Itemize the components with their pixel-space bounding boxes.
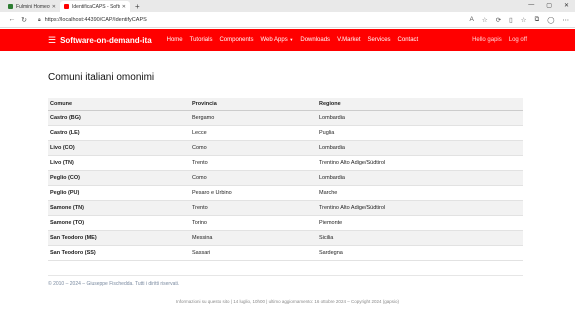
- cell-provincia: Messina: [190, 229, 317, 245]
- cell-regione: Trentino Alto Adige/Südtirol: [317, 199, 523, 215]
- cell-comune: Castro (BG): [48, 109, 190, 125]
- cell-provincia: Como: [190, 139, 317, 155]
- nav-item-home[interactable]: Home: [167, 37, 183, 43]
- cell-comune: Peglio (CO): [48, 169, 190, 185]
- homonyms-table: Comune Provincia Regione Castro (BG) Ber…: [48, 98, 523, 261]
- collections-icon[interactable]: ⧉: [535, 16, 540, 24]
- cell-regione: Marche: [317, 184, 523, 200]
- cell-provincia: Como: [190, 169, 317, 185]
- cell-regione: Trentino Alto Adige/Südtirol: [317, 154, 523, 170]
- table-row: Peglio (PU) Pesaro e Urbino Marche: [48, 184, 523, 200]
- cell-regione: Sardegna: [317, 244, 523, 261]
- nav-item-tutorials[interactable]: Tutorials: [190, 37, 213, 43]
- site-brand[interactable]: Software-on-demand-ita: [60, 36, 152, 45]
- table-row: San Teodoro (ME) Messina Sicilia: [48, 229, 523, 245]
- cell-provincia: Bergamo: [190, 109, 317, 125]
- page-title: Comuni italiani omonimi: [48, 72, 155, 83]
- browser-tools: A ☆ ⟳ ▯ ☆ ⧉ ◯ ⋯: [470, 16, 569, 24]
- nav-item-vmarket[interactable]: V.Market: [337, 37, 360, 43]
- browser-tab-strip: Fulmini Homeotecia - Software on ✕ Ident…: [0, 0, 140, 12]
- nav-item-contact[interactable]: Contact: [398, 37, 419, 43]
- favorites-icon[interactable]: ☆: [521, 16, 527, 24]
- close-window-icon[interactable]: ✕: [564, 2, 569, 9]
- copyright-text: © 2010 – 2024 – Giuseppe Fischedda. Tutt…: [48, 274, 523, 287]
- logout-link[interactable]: Log off: [509, 37, 527, 43]
- tab-label: Fulmini Homeotecia - Software on: [16, 3, 50, 10]
- close-tab-icon[interactable]: ✕: [52, 4, 56, 10]
- profile-icon[interactable]: ◯: [547, 16, 554, 24]
- cell-provincia: Trento: [190, 154, 317, 170]
- cell-regione: Sicilia: [317, 229, 523, 245]
- cell-comune: Samone (TN): [48, 199, 190, 215]
- reload-icon[interactable]: ↻: [18, 16, 30, 24]
- nav-item-components[interactable]: Components: [219, 37, 253, 43]
- more-icon[interactable]: ⋯: [563, 16, 570, 24]
- column-header-provincia: Provincia: [190, 98, 317, 111]
- table-row: Castro (BG) Bergamo Lombardia: [48, 109, 523, 125]
- table-row: Castro (LE) Lecce Puglia: [48, 124, 523, 140]
- url-text: https://localhost:44390/CAP/IdentifyCAPS: [44, 16, 147, 23]
- user-greeting-link[interactable]: Hello gapis: [472, 37, 502, 43]
- table-row: Livo (CO) Como Lombardia: [48, 139, 523, 155]
- column-header-comune: Comune: [48, 98, 190, 111]
- table-row: Samone (TO) Torino Piemonte: [48, 214, 523, 230]
- cell-comune: Samone (TO): [48, 214, 190, 230]
- cell-provincia: Torino: [190, 214, 317, 230]
- cell-provincia: Pesaro e Urbino: [190, 184, 317, 200]
- cell-provincia: Lecce: [190, 124, 317, 140]
- page-viewport: ☰ Software-on-demand-ita Home Tutorials …: [0, 29, 575, 312]
- cell-regione: Lombardia: [317, 109, 523, 125]
- nav-menu: Home Tutorials Components Web Apps ▼ Dow…: [167, 37, 419, 43]
- refresh-icon[interactable]: ⟳: [496, 16, 501, 24]
- footer-note: Informazioni su questo sito | 14 luglio,…: [176, 298, 399, 304]
- address-bar[interactable]: 🔒︎ https://localhost:44390/CAP/IdentifyC…: [34, 14, 464, 25]
- cell-regione: Puglia: [317, 124, 523, 140]
- cell-provincia: Sassari: [190, 244, 317, 261]
- close-tab-icon[interactable]: ✕: [122, 4, 126, 10]
- cell-regione: Piemonte: [317, 214, 523, 230]
- user-nav: Hello gapis Log off: [472, 37, 527, 43]
- nav-item-downloads[interactable]: Downloads: [300, 37, 330, 43]
- favicon-icon: [8, 4, 13, 9]
- table-row: Samone (TN) Trento Trentino Alto Adige/S…: [48, 199, 523, 215]
- hamburger-menu-icon[interactable]: ☰: [48, 35, 56, 45]
- cell-comune: San Teodoro (ME): [48, 229, 190, 245]
- back-icon[interactable]: ←: [6, 16, 18, 23]
- cell-comune: Livo (CO): [48, 139, 190, 155]
- browser-tab-1[interactable]: IdentificaCAPS - Software-on-d ✕: [60, 1, 130, 12]
- table-row: Peglio (CO) Como Lombardia: [48, 169, 523, 185]
- cell-comune: Castro (LE): [48, 124, 190, 140]
- column-header-regione: Regione: [317, 98, 523, 111]
- table-header-row: Comune Provincia Regione: [48, 98, 523, 111]
- table-row: San Teodoro (SS) Sassari Sardegna: [48, 244, 523, 261]
- lock-icon[interactable]: 🔒︎: [38, 17, 41, 23]
- browser-toolbar: ← ↻ 🔒︎ https://localhost:44390/CAP/Ident…: [0, 12, 575, 28]
- nav-item-services[interactable]: Services: [368, 37, 391, 43]
- main-content: Comuni italiani omonimi Comune Provincia…: [0, 72, 575, 304]
- new-tab-button[interactable]: +: [135, 2, 140, 11]
- maximize-icon[interactable]: ▢: [546, 2, 552, 9]
- caret-down-icon: ▼: [289, 37, 294, 42]
- split-screen-icon[interactable]: ▯: [509, 16, 513, 24]
- site-navbar: ☰ Software-on-demand-ita Home Tutorials …: [0, 29, 575, 51]
- table-row: Livo (TN) Trento Trentino Alto Adige/Süd…: [48, 154, 523, 170]
- favorite-star-icon[interactable]: ☆: [482, 16, 488, 24]
- window-controls: — ▢ ✕: [528, 2, 569, 9]
- browser-tab-0[interactable]: Fulmini Homeotecia - Software on ✕: [4, 1, 60, 12]
- cell-comune: San Teodoro (SS): [48, 244, 190, 261]
- cell-provincia: Trento: [190, 199, 317, 215]
- tab-label: IdentificaCAPS - Software-on-d: [72, 3, 120, 10]
- minimize-icon[interactable]: —: [528, 2, 534, 9]
- cell-regione: Lombardia: [317, 139, 523, 155]
- nav-item-web-apps[interactable]: Web Apps ▼: [260, 37, 293, 43]
- cell-comune: Livo (TN): [48, 154, 190, 170]
- browser-titlebar: Fulmini Homeotecia - Software on ✕ Ident…: [0, 0, 575, 12]
- favicon-icon: [64, 4, 69, 9]
- nav-item-label: Web Apps: [260, 37, 288, 43]
- cell-regione: Lombardia: [317, 169, 523, 185]
- cell-comune: Peglio (PU): [48, 184, 190, 200]
- translate-icon[interactable]: A: [470, 16, 474, 24]
